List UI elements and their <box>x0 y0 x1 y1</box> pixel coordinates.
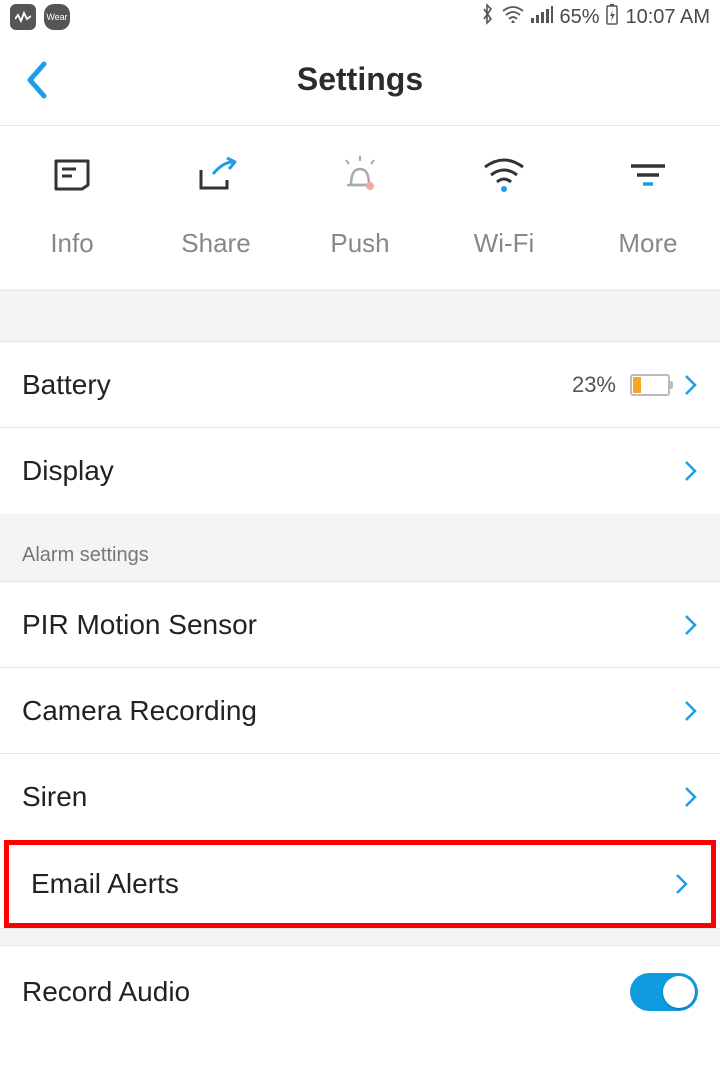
toolbar: Info Share Push Wi-Fi More <box>0 126 720 290</box>
row-pir-label: PIR Motion Sensor <box>22 609 257 641</box>
status-battery-icon <box>605 3 619 31</box>
section-general: Battery 23% Display <box>0 342 720 514</box>
row-email-alerts[interactable]: Email Alerts <box>9 845 711 923</box>
back-button[interactable] <box>14 58 58 102</box>
push-icon <box>337 154 383 196</box>
record-audio-toggle[interactable] <box>630 973 698 1011</box>
row-siren[interactable]: Siren <box>0 754 720 840</box>
more-icon <box>627 154 669 196</box>
status-bar: Wear 65% 10:07 AM <box>0 0 720 34</box>
section-audio: Record Audio <box>0 946 720 1038</box>
status-time: 10:07 AM <box>625 6 710 29</box>
toolbar-share[interactable]: Share <box>146 154 286 259</box>
info-icon <box>52 154 92 196</box>
row-email-label: Email Alerts <box>31 868 179 900</box>
row-battery-value: 23% <box>572 372 616 398</box>
chevron-right-icon <box>684 459 698 483</box>
header: Settings <box>0 34 720 126</box>
row-display-label: Display <box>22 455 114 487</box>
chevron-right-icon <box>684 613 698 637</box>
status-battery-percent: 65% <box>559 6 599 29</box>
app-icon-1 <box>10 4 36 30</box>
section-gap <box>0 290 720 342</box>
status-right: 65% 10:07 AM <box>481 3 710 31</box>
toolbar-info[interactable]: Info <box>2 154 142 259</box>
chevron-right-icon <box>684 699 698 723</box>
chevron-right-icon <box>684 373 698 397</box>
toolbar-info-label: Info <box>50 228 93 259</box>
row-pir[interactable]: PIR Motion Sensor <box>0 582 720 668</box>
toolbar-wifi[interactable]: Wi-Fi <box>434 154 574 259</box>
wifi-settings-icon <box>481 154 527 196</box>
toolbar-more[interactable]: More <box>578 154 718 259</box>
page-title: Settings <box>297 61 423 98</box>
toolbar-wifi-label: Wi-Fi <box>474 228 535 259</box>
status-left: Wear <box>10 4 70 30</box>
signal-icon <box>531 5 553 29</box>
toolbar-share-label: Share <box>181 228 250 259</box>
section-alarm: PIR Motion Sensor Camera Recording Siren <box>0 582 720 840</box>
chevron-right-icon <box>684 785 698 809</box>
share-icon <box>195 154 237 196</box>
row-camera-label: Camera Recording <box>22 695 257 727</box>
row-display[interactable]: Display <box>0 428 720 514</box>
row-siren-label: Siren <box>22 781 87 813</box>
toolbar-push[interactable]: Push <box>290 154 430 259</box>
wifi-icon <box>501 5 525 29</box>
chevron-right-icon <box>675 872 689 896</box>
bluetooth-icon <box>481 3 495 31</box>
row-battery[interactable]: Battery 23% <box>0 342 720 428</box>
battery-level-icon <box>630 374 670 396</box>
section-header-alarm: Alarm settings <box>0 514 720 582</box>
section-gap-2 <box>0 928 720 946</box>
row-record-audio[interactable]: Record Audio <box>0 946 720 1038</box>
toolbar-more-label: More <box>618 228 677 259</box>
row-camera-recording[interactable]: Camera Recording <box>0 668 720 754</box>
row-record-label: Record Audio <box>22 976 190 1008</box>
app-icon-2: Wear <box>44 4 70 30</box>
row-battery-label: Battery <box>22 369 111 401</box>
highlight-email-alerts: Email Alerts <box>4 840 716 928</box>
toolbar-push-label: Push <box>330 228 389 259</box>
